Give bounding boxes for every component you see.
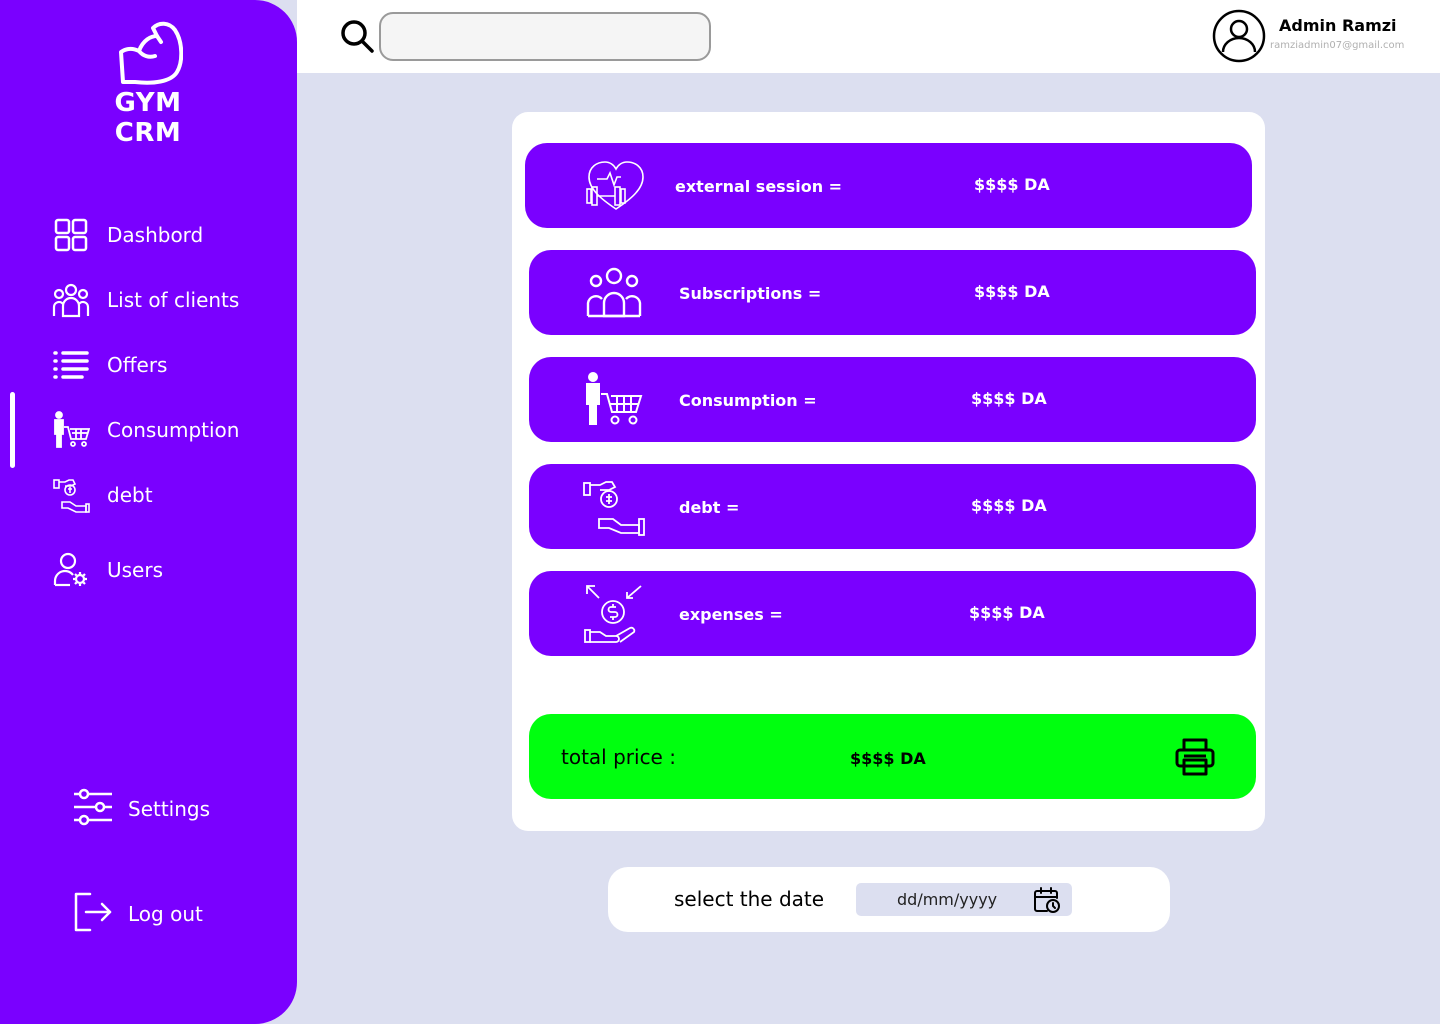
total-label: total price : xyxy=(561,745,676,769)
sidebar-item-label: Dashbord xyxy=(107,223,204,247)
date-select-label: select the date xyxy=(674,887,825,911)
stat-value: $$$$ DA xyxy=(971,389,1047,408)
sidebar-item-offers[interactable]: Offers xyxy=(52,346,167,384)
date-select-card: select the date dd/mm/yyyy xyxy=(608,867,1170,932)
stat-value: $$$$ DA xyxy=(974,282,1050,301)
settings-button[interactable]: Settings xyxy=(72,786,210,832)
date-input[interactable]: dd/mm/yyyy xyxy=(856,883,1072,916)
people-group-icon xyxy=(579,262,649,324)
person-cart-icon xyxy=(579,369,649,431)
sidebar-item-label: Users xyxy=(107,558,164,582)
stat-label: Subscriptions = xyxy=(679,284,822,303)
avatar-icon[interactable] xyxy=(1212,9,1266,63)
total-price-row: total price : $$$$ DA xyxy=(529,714,1256,799)
sidebar-item-label: List of clients xyxy=(107,288,240,312)
stat-label: expenses = xyxy=(679,605,783,624)
coin-hand-arrows-icon xyxy=(579,583,649,645)
stat-label: debt = xyxy=(679,498,740,517)
logo: GYM CRM xyxy=(78,18,218,148)
active-indicator xyxy=(10,392,15,468)
sidebar-item-clients[interactable]: List of clients xyxy=(52,281,239,319)
stat-value: $$$$ DA xyxy=(971,496,1047,515)
stat-label: Consumption = xyxy=(679,391,817,410)
clients-group-icon xyxy=(52,281,90,319)
dashboard-grid-icon xyxy=(52,216,90,254)
calendar-clock-icon[interactable] xyxy=(1033,886,1061,914)
sidebar-item-label: debt xyxy=(107,483,153,507)
sidebar-item-label: Offers xyxy=(107,353,168,377)
stat-row-subscriptions[interactable]: Subscriptions = $$$$ DA xyxy=(529,250,1256,335)
stat-row-expenses[interactable]: expenses = $$$$ DA xyxy=(529,571,1256,656)
sidebar-item-dashboard[interactable]: Dashbord xyxy=(52,216,203,254)
summary-card: external session = $$$$ DA Subscriptions… xyxy=(512,112,1265,831)
settings-label: Settings xyxy=(128,797,211,821)
stat-row-debt[interactable]: debt = $$$$ DA xyxy=(529,464,1256,549)
stat-label: external session = xyxy=(675,177,843,196)
logout-icon xyxy=(72,891,114,937)
logout-label: Log out xyxy=(128,902,203,926)
stat-row-external-session[interactable]: external session = $$$$ DA xyxy=(525,143,1252,228)
sidebar-item-consumption[interactable]: Consumption xyxy=(52,411,239,449)
date-placeholder: dd/mm/yyyy xyxy=(897,890,998,909)
search-input[interactable] xyxy=(379,12,711,61)
money-hand-icon xyxy=(52,476,90,514)
user-email: ramziadmin07@gmail.com xyxy=(1270,40,1405,51)
user-name: Admin Ramzi xyxy=(1279,16,1397,35)
stat-value: $$$$ DA xyxy=(974,175,1050,194)
sidebar-item-label: Consumption xyxy=(107,418,240,442)
printer-icon[interactable] xyxy=(1174,736,1216,778)
stat-row-consumption[interactable]: Consumption = $$$$ DA xyxy=(529,357,1256,442)
sidebar: GYM CRM Dashbord List of clients Offers … xyxy=(0,0,297,1024)
list-icon xyxy=(52,346,90,384)
brand-name: GYM CRM xyxy=(114,88,182,148)
stat-value: $$$$ DA xyxy=(969,603,1045,622)
sidebar-item-users[interactable]: Users xyxy=(52,551,163,589)
user-gear-icon xyxy=(52,551,90,589)
logout-button[interactable]: Log out xyxy=(72,891,203,937)
flexed-arm-icon xyxy=(119,21,183,85)
heart-dumbbell-icon xyxy=(581,155,651,217)
top-bar: Admin Ramzi ramziadmin07@gmail.com xyxy=(297,0,1440,73)
person-cart-icon xyxy=(52,411,90,449)
money-hand-icon xyxy=(579,476,649,538)
total-value: $$$$ DA xyxy=(850,749,926,768)
search-icon[interactable] xyxy=(339,18,375,54)
sliders-icon xyxy=(72,786,114,832)
sidebar-item-debt[interactable]: debt xyxy=(52,476,153,514)
